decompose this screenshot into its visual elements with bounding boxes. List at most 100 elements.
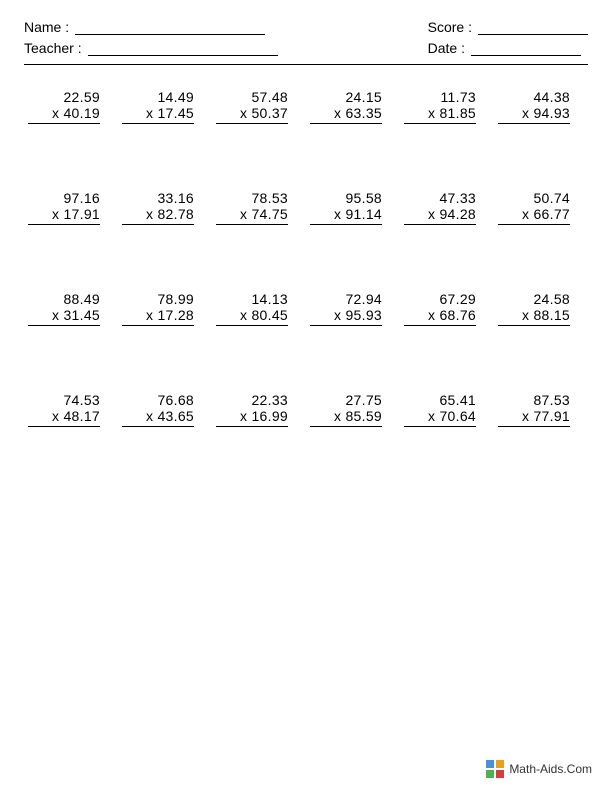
teacher-row: Teacher : — [24, 39, 278, 56]
problem-top-2-3: 72.94 — [345, 291, 382, 307]
problem-top-0-5: 44.38 — [533, 89, 570, 105]
problem-3-4: 65.41x 70.64 — [400, 392, 494, 427]
header-left: Name : Teacher : — [24, 18, 278, 56]
problem-top-0-0: 22.59 — [63, 89, 100, 105]
problem-section-2: 88.49x 31.4578.99x 17.2814.13x 80.4572.9… — [24, 277, 588, 378]
problems-row-1: 97.16x 17.9133.16x 82.7878.53x 74.7595.5… — [24, 176, 588, 225]
problem-2-5: 24.58x 88.15 — [494, 291, 588, 326]
problem-top-3-2: 22.33 — [251, 392, 288, 408]
score-line — [478, 18, 588, 35]
problem-bottom-1-1: x 82.78 — [122, 206, 194, 225]
problem-top-3-0: 74.53 — [63, 392, 100, 408]
problem-bottom-2-4: x 68.76 — [404, 307, 476, 326]
header-divider — [24, 64, 588, 65]
problem-top-2-1: 78.99 — [157, 291, 194, 307]
problem-2-0: 88.49x 31.45 — [24, 291, 118, 326]
watermark: Math-Aids.Com — [486, 760, 592, 778]
problem-0-0: 22.59x 40.19 — [24, 89, 118, 124]
problem-bottom-1-2: x 74.75 — [216, 206, 288, 225]
problem-bottom-1-4: x 94.28 — [404, 206, 476, 225]
teacher-label: Teacher : — [24, 40, 82, 56]
problem-0-4: 11.73x 81.85 — [400, 89, 494, 124]
problem-2-4: 67.29x 68.76 — [400, 291, 494, 326]
watermark-text: Math-Aids.Com — [509, 762, 592, 776]
problem-top-3-1: 76.68 — [157, 392, 194, 408]
problem-0-5: 44.38x 94.93 — [494, 89, 588, 124]
problems-row-2: 88.49x 31.4578.99x 17.2814.13x 80.4572.9… — [24, 277, 588, 326]
problem-2-1: 78.99x 17.28 — [118, 291, 212, 326]
problem-top-1-5: 50.74 — [533, 190, 570, 206]
problem-top-0-4: 11.73 — [441, 89, 477, 105]
problems-row-3: 74.53x 48.1776.68x 43.6522.33x 16.9927.7… — [24, 378, 588, 427]
date-label: Date : — [428, 40, 465, 56]
page: Name : Teacher : Score : Date : 22.59x 4… — [0, 0, 612, 792]
problem-bottom-0-0: x 40.19 — [28, 105, 100, 124]
problem-top-1-0: 97.16 — [63, 190, 100, 206]
score-label: Score : — [428, 19, 472, 35]
problem-3-1: 76.68x 43.65 — [118, 392, 212, 427]
date-line — [471, 39, 581, 56]
problem-1-5: 50.74x 66.77 — [494, 190, 588, 225]
problem-bottom-1-0: x 17.91 — [28, 206, 100, 225]
problem-bottom-0-2: x 50.37 — [216, 105, 288, 124]
problem-bottom-0-4: x 81.85 — [404, 105, 476, 124]
problem-top-3-4: 65.41 — [439, 392, 476, 408]
problem-section-3: 74.53x 48.1776.68x 43.6522.33x 16.9927.7… — [24, 378, 588, 479]
problem-bottom-2-3: x 95.93 — [310, 307, 382, 326]
problem-section-0: 22.59x 40.1914.49x 17.4557.48x 50.3724.1… — [24, 75, 588, 176]
problem-bottom-3-5: x 77.91 — [498, 408, 570, 427]
problems-row-0: 22.59x 40.1914.49x 17.4557.48x 50.3724.1… — [24, 75, 588, 124]
problem-0-1: 14.49x 17.45 — [118, 89, 212, 124]
problem-1-4: 47.33x 94.28 — [400, 190, 494, 225]
problem-top-0-3: 24.15 — [345, 89, 382, 105]
problem-section-1: 97.16x 17.9133.16x 82.7878.53x 74.7595.5… — [24, 176, 588, 277]
problem-bottom-0-3: x 63.35 — [310, 105, 382, 124]
problem-bottom-3-1: x 43.65 — [122, 408, 194, 427]
problem-1-3: 95.58x 91.14 — [306, 190, 400, 225]
answer-space-1 — [24, 225, 588, 277]
problem-1-0: 97.16x 17.91 — [24, 190, 118, 225]
problem-2-2: 14.13x 80.45 — [212, 291, 306, 326]
problem-bottom-3-4: x 70.64 — [404, 408, 476, 427]
teacher-line — [88, 39, 278, 56]
problem-top-0-1: 14.49 — [157, 89, 194, 105]
problem-0-3: 24.15x 63.35 — [306, 89, 400, 124]
problem-bottom-3-3: x 85.59 — [310, 408, 382, 427]
problem-top-1-4: 47.33 — [439, 190, 476, 206]
problem-top-0-2: 57.48 — [251, 89, 288, 105]
problem-1-1: 33.16x 82.78 — [118, 190, 212, 225]
problem-bottom-0-5: x 94.93 — [498, 105, 570, 124]
name-line — [75, 18, 265, 35]
problem-bottom-2-2: x 80.45 — [216, 307, 288, 326]
answer-space-2 — [24, 326, 588, 378]
problem-top-1-1: 33.16 — [157, 190, 194, 206]
problems-container: 22.59x 40.1914.49x 17.4557.48x 50.3724.1… — [24, 75, 588, 479]
problem-bottom-3-2: x 16.99 — [216, 408, 288, 427]
problem-3-2: 22.33x 16.99 — [212, 392, 306, 427]
problem-top-2-2: 14.13 — [251, 291, 288, 307]
problem-top-2-5: 24.58 — [533, 291, 570, 307]
answer-space-3 — [24, 427, 588, 479]
problem-bottom-2-5: x 88.15 — [498, 307, 570, 326]
problem-3-0: 74.53x 48.17 — [24, 392, 118, 427]
problem-bottom-2-0: x 31.45 — [28, 307, 100, 326]
problem-1-2: 78.53x 74.75 — [212, 190, 306, 225]
problem-bottom-1-5: x 66.77 — [498, 206, 570, 225]
problem-bottom-3-0: x 48.17 — [28, 408, 100, 427]
name-row: Name : — [24, 18, 278, 35]
problem-2-3: 72.94x 95.93 — [306, 291, 400, 326]
answer-space-0 — [24, 124, 588, 176]
score-row: Score : — [428, 18, 588, 35]
problem-top-1-2: 78.53 — [251, 190, 288, 206]
problem-top-2-4: 67.29 — [439, 291, 476, 307]
header-right: Score : Date : — [428, 18, 588, 56]
name-label: Name : — [24, 19, 69, 35]
problem-top-3-3: 27.75 — [345, 392, 382, 408]
problem-top-2-0: 88.49 — [63, 291, 100, 307]
problem-0-2: 57.48x 50.37 — [212, 89, 306, 124]
header: Name : Teacher : Score : Date : — [24, 18, 588, 56]
problem-top-1-3: 95.58 — [345, 190, 382, 206]
watermark-icon — [486, 760, 504, 778]
problem-bottom-2-1: x 17.28 — [122, 307, 194, 326]
problem-3-5: 87.53x 77.91 — [494, 392, 588, 427]
